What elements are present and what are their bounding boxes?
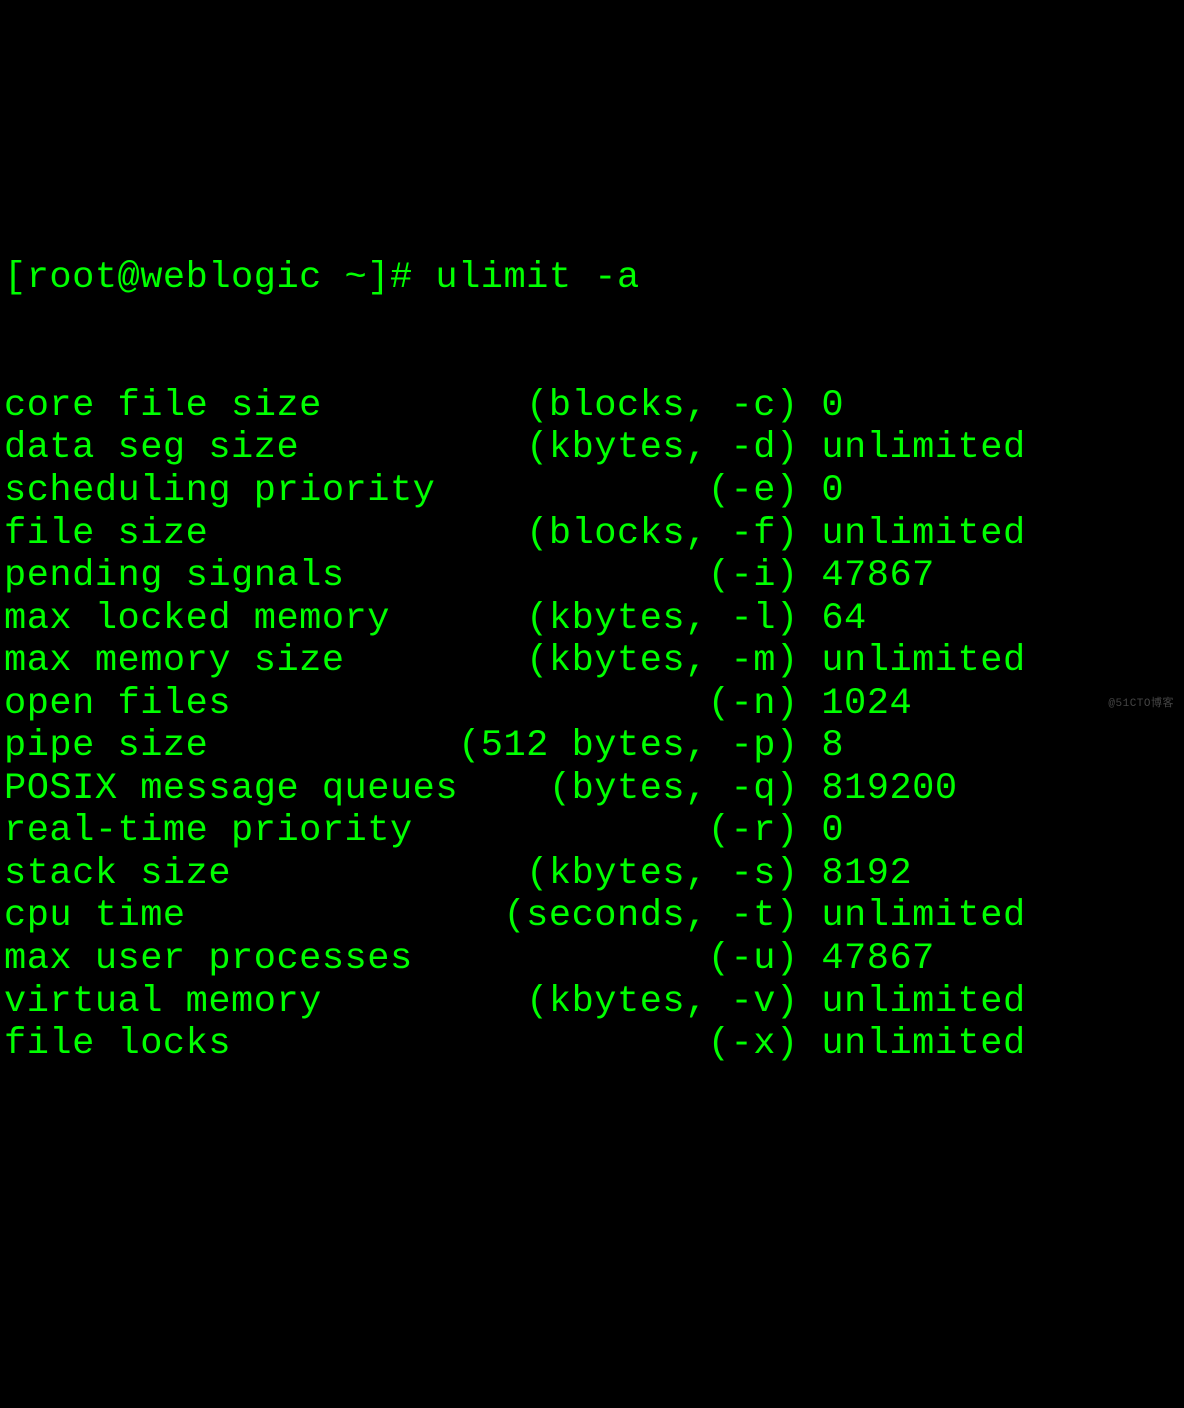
limit-row: file locks (-x) unlimited — [4, 1023, 1180, 1066]
limit-row: virtual memory (kbytes, -v) unlimited — [4, 981, 1180, 1024]
watermark: @51CTO博客 — [1108, 698, 1174, 711]
terminal-output[interactable]: [root@weblogic ~]# ulimit -a core file s… — [4, 172, 1180, 1108]
limit-row: max memory size (kbytes, -m) unlimited — [4, 640, 1180, 683]
limit-row: real-time priority (-r) 0 — [4, 810, 1180, 853]
limit-row: max locked memory (kbytes, -l) 64 — [4, 598, 1180, 641]
limit-row: file size (blocks, -f) unlimited — [4, 513, 1180, 556]
limit-row: max user processes (-u) 47867 — [4, 938, 1180, 981]
limit-row: open files (-n) 1024 — [4, 683, 1180, 726]
limit-row: POSIX message queues (bytes, -q) 819200 — [4, 768, 1180, 811]
command-prompt-line: [root@weblogic ~]# ulimit -a — [4, 257, 1180, 300]
limit-row: pipe size (512 bytes, -p) 8 — [4, 725, 1180, 768]
limit-row: scheduling priority (-e) 0 — [4, 470, 1180, 513]
limit-row: pending signals (-i) 47867 — [4, 555, 1180, 598]
limit-row: cpu time (seconds, -t) unlimited — [4, 895, 1180, 938]
limit-row: stack size (kbytes, -s) 8192 — [4, 853, 1180, 896]
limit-row: core file size (blocks, -c) 0 — [4, 385, 1180, 428]
ulimit-output: core file size (blocks, -c) 0data seg si… — [4, 385, 1180, 1066]
limit-row: data seg size (kbytes, -d) unlimited — [4, 427, 1180, 470]
